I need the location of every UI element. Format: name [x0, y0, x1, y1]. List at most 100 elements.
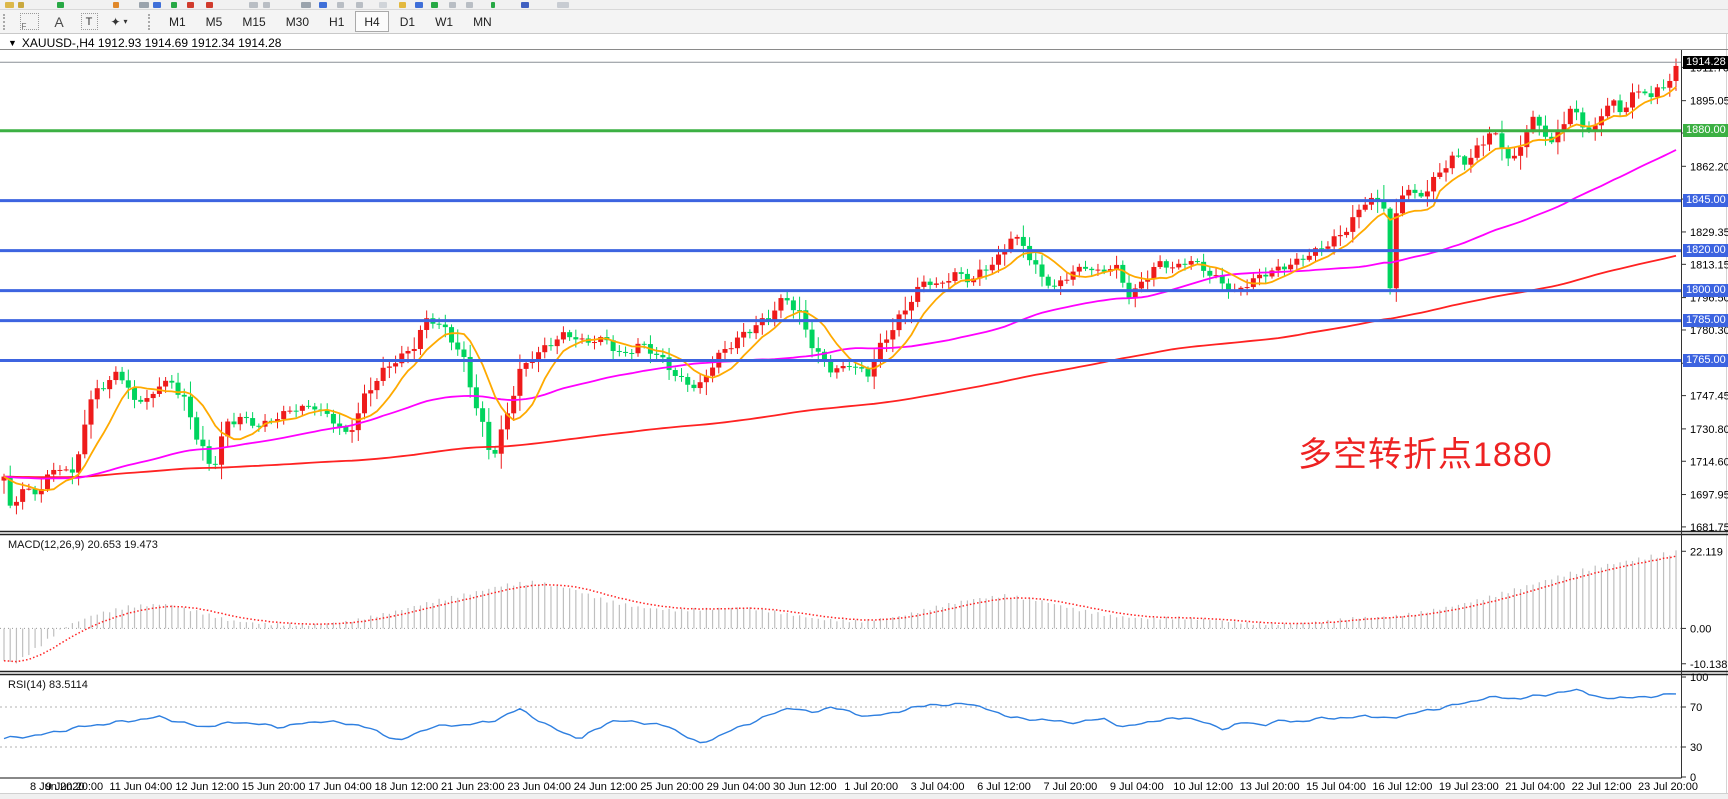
price-axis-tick-label: 1747.45 — [1690, 391, 1728, 403]
chart-canvas[interactable]: 1911.701895.051878.851862.201845.801829.… — [0, 0, 1728, 799]
rsi-axis-label: 30 — [1690, 742, 1702, 754]
level-price-label-1820: 1820.00 — [1683, 244, 1728, 257]
macd-indicator-label: MACD(12,26,9) 20.653 19.473 — [8, 539, 158, 551]
clipped-toolbar-icon[interactable] — [356, 2, 363, 8]
clipped-toolbar-icon[interactable] — [171, 2, 177, 8]
price-axis-tick-label: 1697.95 — [1690, 490, 1728, 502]
time-axis-label: 29 Jun 04:00 — [707, 781, 771, 793]
clipped-toolbar-icon[interactable] — [206, 2, 213, 8]
clipped-toolbar-icon[interactable] — [466, 2, 473, 8]
fibonacci-tool-button[interactable]: F — [16, 11, 42, 33]
label-tool-icon: T — [81, 13, 98, 30]
current-price-label: 1914.28 — [1683, 56, 1728, 69]
clipped-toolbar-icon[interactable] — [18, 2, 24, 8]
price-axis-tick-label: 1730.80 — [1690, 424, 1728, 436]
shapes-icon: ✦ — [110, 15, 120, 29]
time-axis-label: 16 Jul 12:00 — [1372, 781, 1432, 793]
time-axis-label: 12 Jun 12:00 — [175, 781, 239, 793]
time-axis-label: 24 Jun 12:00 — [574, 781, 638, 793]
symbol-collapse-icon[interactable]: ▼ — [8, 38, 17, 48]
timeframe-button-m30[interactable]: M30 — [277, 11, 318, 32]
clipped-toolbar-icon[interactable] — [491, 2, 495, 8]
mt4-window: F A T ✦ ▾ M1M5M15M30H1H4D1W1MN ▼ XAUUSD-,… — [0, 0, 1728, 799]
rsi-axis-label: 100 — [1690, 672, 1708, 684]
text-tool-button[interactable]: A — [46, 11, 72, 33]
clipped-toolbar-icon[interactable] — [521, 2, 529, 8]
macd-axis-label: 22.119 — [1690, 546, 1723, 558]
time-axis-label: 18 Jun 12:00 — [375, 781, 439, 793]
time-axis-label: 17 Jun 04:00 — [308, 781, 372, 793]
timeframe-button-w1[interactable]: W1 — [426, 11, 462, 32]
clipped-toolbar-icon[interactable] — [153, 2, 161, 8]
toolbar-top-row-clipped — [0, 0, 1728, 10]
time-axis-label: 11 Jun 04:00 — [109, 781, 172, 793]
time-axis-label: 15 Jun 20:00 — [242, 781, 306, 793]
clipped-toolbar-icon[interactable] — [319, 2, 327, 8]
chart-annotation-text[interactable]: 多空转折点1880 — [1298, 427, 1553, 476]
time-axis-label: 7 Jul 20:00 — [1043, 781, 1097, 793]
clipped-toolbar-icon[interactable] — [379, 2, 387, 8]
level-price-label-1800: 1800.00 — [1683, 284, 1728, 297]
level-price-label-1765: 1765.00 — [1683, 354, 1728, 367]
level-price-label-1880: 1880.00 — [1683, 124, 1728, 137]
clipped-toolbar-icon[interactable] — [139, 2, 149, 8]
clipped-toolbar-icon[interactable] — [113, 2, 119, 8]
time-axis-label: 23 Jul 20:00 — [1638, 781, 1698, 793]
fibonacci-grid-icon: F — [20, 13, 39, 30]
clipped-toolbar-icon[interactable] — [249, 2, 258, 8]
time-axis-label: 30 Jun 12:00 — [773, 781, 837, 793]
timeframe-button-h1[interactable]: H1 — [320, 11, 353, 32]
clipped-toolbar-icon[interactable] — [5, 2, 14, 8]
time-axis-label: 9 Jul 04:00 — [1110, 781, 1164, 793]
chart-title-row: ▼ XAUUSD-,H4 1912.93 1914.69 1912.34 1914… — [8, 36, 281, 50]
time-axis-label: 6 Jul 12:00 — [977, 781, 1031, 793]
time-axis-label: 13 Jul 20:00 — [1240, 781, 1300, 793]
timeframe-bar: M1M5M15M30H1H4D1W1MN — [159, 11, 502, 32]
clipped-toolbar-icon[interactable] — [57, 2, 64, 8]
rsi-indicator-label: RSI(14) 83.5114 — [8, 679, 88, 691]
timeframe-button-m15[interactable]: M15 — [233, 11, 274, 32]
time-axis-label: 10 Jul 12:00 — [1173, 781, 1233, 793]
time-axis-label: 23 Jun 04:00 — [507, 781, 571, 793]
timeframe-button-d1[interactable]: D1 — [391, 11, 424, 32]
toolbar-grip[interactable] — [148, 14, 154, 30]
macd-histogram — [4, 550, 1676, 663]
clipped-toolbar-icon[interactable] — [301, 2, 311, 8]
clipped-toolbar-icon[interactable] — [431, 2, 438, 8]
toolbar-grip[interactable] — [3, 14, 9, 30]
rsi-line — [4, 689, 1676, 742]
price-axis-tick-label: 1681.75 — [1690, 522, 1728, 534]
price-axis-tick-label: 1895.05 — [1690, 96, 1728, 108]
clipped-toolbar-icon[interactable] — [557, 2, 569, 8]
level-price-label-1845: 1845.00 — [1683, 194, 1728, 207]
timeframe-button-mn[interactable]: MN — [464, 11, 501, 32]
time-axis-label: 21 Jun 23:00 — [441, 781, 505, 793]
time-axis-label: 3 Jul 04:00 — [911, 781, 965, 793]
price-axis-tick-label: 1862.20 — [1690, 161, 1728, 173]
clipped-toolbar-icon[interactable] — [449, 2, 456, 8]
label-tool-button[interactable]: T — [76, 11, 102, 33]
timeframe-button-m5[interactable]: M5 — [197, 11, 232, 32]
time-axis-label: 9 Jun 20:00 — [46, 781, 104, 793]
fibonacci-icon-letter: F — [22, 22, 27, 31]
clipped-toolbar-icon[interactable] — [263, 2, 270, 8]
clipped-toolbar-icon[interactable] — [337, 2, 344, 8]
rsi-axis-label: 70 — [1690, 702, 1702, 714]
time-axis-label: 15 Jul 04:00 — [1306, 781, 1366, 793]
time-axis-label: 25 Jun 20:00 — [640, 781, 704, 793]
timeframe-button-m1[interactable]: M1 — [160, 11, 195, 32]
clipped-toolbar-icon[interactable] — [399, 2, 406, 8]
shapes-tool-button[interactable]: ✦ ▾ — [106, 11, 132, 33]
macd-axis-label: -10.138 — [1690, 659, 1727, 671]
price-axis-tick-label: 1714.60 — [1690, 456, 1728, 468]
timeframe-button-h4[interactable]: H4 — [355, 11, 388, 32]
chart-title-ohlc: XAUUSD-,H4 1912.93 1914.69 1912.34 1914.… — [22, 36, 282, 50]
clipped-toolbar-icon[interactable] — [187, 2, 194, 8]
dropdown-arrow-icon: ▾ — [124, 17, 128, 26]
macd-signal-line — [4, 556, 1676, 662]
chart-toolbar: F A T ✦ ▾ M1M5M15M30H1H4D1W1MN — [0, 10, 1728, 34]
clipped-toolbar-icon[interactable] — [415, 2, 423, 8]
time-axis-label: 21 Jul 04:00 — [1505, 781, 1565, 793]
status-strip — [0, 793, 1728, 799]
macd-axis-label: 0.00 — [1690, 623, 1711, 635]
